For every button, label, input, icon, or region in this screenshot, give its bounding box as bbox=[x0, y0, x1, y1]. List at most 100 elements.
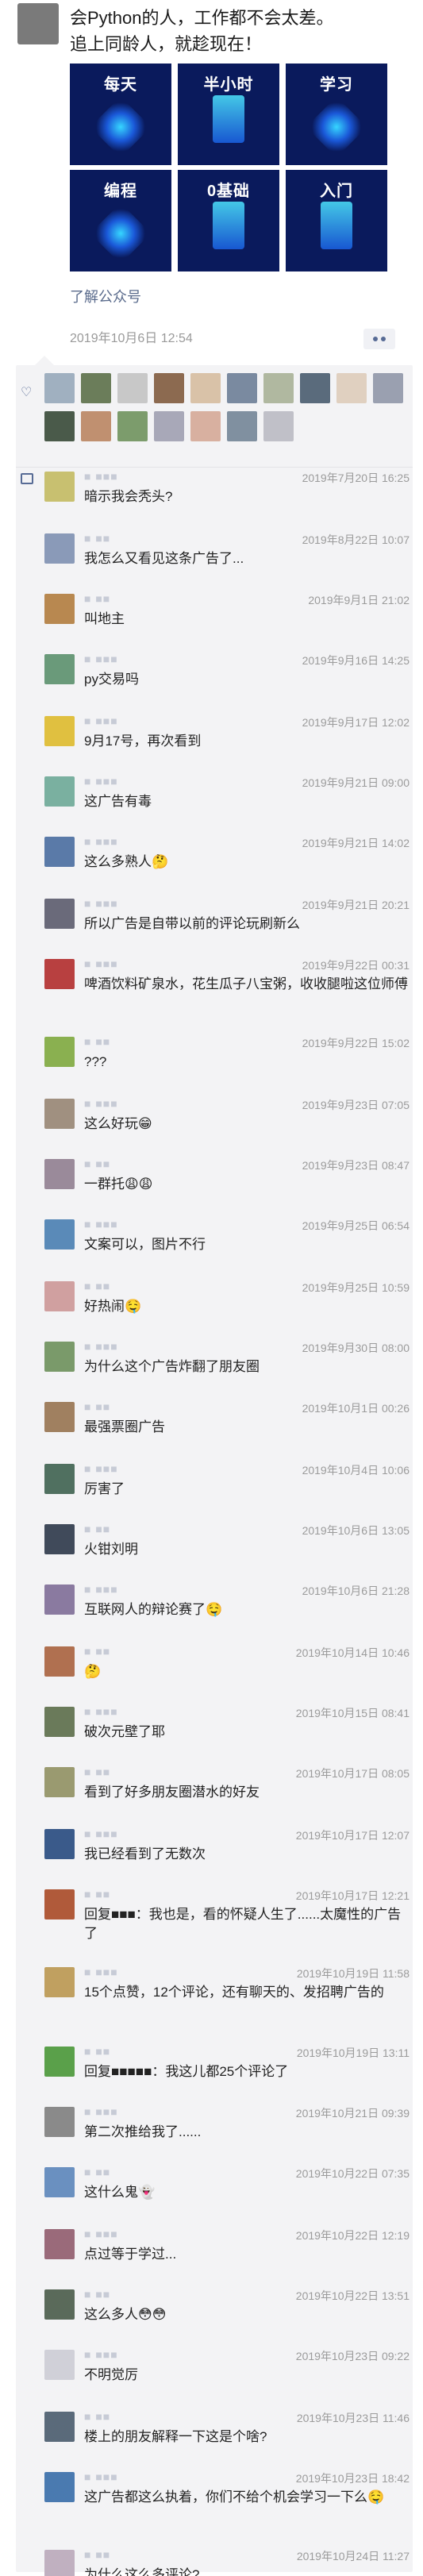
commenter-avatar[interactable] bbox=[44, 1099, 75, 1129]
commenter-avatar[interactable] bbox=[44, 1646, 75, 1677]
commenter-avatar[interactable] bbox=[44, 1967, 75, 1997]
commenter-avatar[interactable] bbox=[44, 2167, 75, 2197]
commenter-name[interactable]: ■ ■■■ bbox=[84, 1583, 118, 1596]
comment-item[interactable]: ■ ■■ 2019年10月1日 00:26 最强票圈广告 bbox=[44, 1400, 410, 1456]
commenter-avatar[interactable] bbox=[44, 1767, 75, 1797]
commenter-name[interactable]: ■ ■■■ bbox=[84, 1827, 118, 1840]
commenter-name[interactable]: ■ ■■■ bbox=[84, 653, 118, 665]
commenter-name[interactable]: ■ ■■■ bbox=[84, 714, 118, 727]
commenter-name[interactable]: ■ ■■■ bbox=[84, 2348, 118, 2361]
commenter-name[interactable]: ■ ■■ bbox=[84, 1035, 110, 1048]
like-avatar[interactable] bbox=[154, 373, 184, 403]
comment-item[interactable]: ■ ■■ 2019年10月17日 12:21 回复■■■：我也是，看的怀疑人生了..… bbox=[44, 1888, 410, 1961]
commenter-name[interactable]: ■ ■■ bbox=[84, 1400, 110, 1413]
like-avatar[interactable] bbox=[263, 373, 294, 403]
post-image-tile[interactable]: 入门 bbox=[286, 170, 387, 271]
comment-item[interactable]: ■ ■■■ 2019年9月16日 14:25 py交易吗 bbox=[44, 653, 410, 708]
comment-item[interactable]: ■ ■■■ 2019年9月17日 12:02 9月17号，再次看到 bbox=[44, 714, 410, 770]
commenter-avatar[interactable] bbox=[44, 2047, 75, 2077]
commenter-name[interactable]: ■ ■■■ bbox=[84, 1097, 118, 1110]
commenter-avatar[interactable] bbox=[44, 2550, 75, 2576]
like-avatar[interactable] bbox=[300, 373, 330, 403]
comment-item[interactable]: ■ ■■■ 2019年9月21日 14:02 这么多熟人🤔 bbox=[44, 835, 410, 891]
commenter-avatar[interactable] bbox=[44, 654, 75, 684]
commenter-avatar[interactable] bbox=[44, 837, 75, 867]
comment-item[interactable]: ■ ■■■ 2019年10月23日 18:42 这广告都这么执着，你们不给个机会学习… bbox=[44, 2470, 410, 2543]
like-avatar[interactable] bbox=[117, 373, 148, 403]
comment-item[interactable]: ■ ■■■ 2019年10月15日 08:41 破次元壁了耶 bbox=[44, 1705, 410, 1761]
comment-item[interactable]: ■ ■■■ 2019年10月6日 21:28 互联网人的辩论赛了🤤 bbox=[44, 1583, 410, 1638]
comment-item[interactable]: ■ ■■ 2019年8月22日 10:07 我怎么又看见这条广告了... bbox=[44, 532, 410, 587]
commenter-avatar[interactable] bbox=[44, 533, 75, 564]
commenter-name[interactable]: ■ ■■ bbox=[84, 2288, 110, 2301]
commenter-name[interactable]: ■ ■■■ bbox=[84, 1705, 118, 1718]
commenter-avatar[interactable] bbox=[44, 959, 75, 989]
commenter-avatar[interactable] bbox=[44, 1219, 75, 1249]
commenter-name[interactable]: ■ ■■■ bbox=[84, 2228, 118, 2240]
commenter-avatar[interactable] bbox=[44, 2350, 75, 2380]
like-avatar[interactable] bbox=[81, 373, 111, 403]
commenter-avatar[interactable] bbox=[44, 2412, 75, 2442]
commenter-name[interactable]: ■ ■■■ bbox=[84, 1340, 118, 1353]
comment-item[interactable]: ■ ■■ 2019年9月1日 21:02 叫地主 bbox=[44, 592, 410, 648]
post-image-tile[interactable]: 编程 bbox=[70, 170, 171, 271]
commenter-name[interactable]: ■ ■■■ bbox=[84, 2470, 118, 2483]
post-image-tile[interactable]: 0基础 bbox=[178, 170, 279, 271]
commenter-avatar[interactable] bbox=[44, 1402, 75, 1432]
commenter-avatar[interactable] bbox=[44, 1889, 75, 1919]
commenter-avatar[interactable] bbox=[44, 1464, 75, 1494]
author-avatar[interactable] bbox=[17, 3, 59, 44]
comment-item[interactable]: ■ ■■■ 2019年10月22日 12:19 点过等于学过... bbox=[44, 2228, 410, 2283]
like-avatar[interactable] bbox=[190, 411, 221, 441]
commenter-name[interactable]: ■ ■■ bbox=[84, 2166, 110, 2178]
commenter-avatar[interactable] bbox=[44, 2229, 75, 2259]
commenter-avatar[interactable] bbox=[44, 2107, 75, 2137]
commenter-avatar[interactable] bbox=[44, 472, 75, 502]
commenter-avatar[interactable] bbox=[44, 1524, 75, 1554]
comment-item[interactable]: ■ ■■ 2019年9月22日 15:02??? bbox=[44, 1035, 410, 1091]
learn-more-link[interactable]: 了解公众号 bbox=[70, 286, 141, 306]
commenter-avatar[interactable] bbox=[44, 594, 75, 624]
commenter-avatar[interactable] bbox=[44, 1037, 75, 1067]
like-avatar[interactable] bbox=[44, 411, 75, 441]
comment-item[interactable]: ■ ■■■ 2019年9月22日 00:31 啤酒饮料矿泉水，花生瓜子八宝粥，收收腿… bbox=[44, 957, 410, 1030]
comment-item[interactable]: ■ ■■■ 2019年9月30日 08:00 为什么这个广告炸翻了朋友圈 bbox=[44, 1340, 410, 1396]
commenter-avatar[interactable] bbox=[44, 899, 75, 929]
comment-item[interactable]: ■ ■■ 2019年10月6日 13:05 火钳刘明 bbox=[44, 1523, 410, 1578]
commenter-name[interactable]: ■ ■■ bbox=[84, 2410, 110, 2423]
commenter-name[interactable]: ■ ■■ bbox=[84, 1888, 110, 1900]
commenter-name[interactable]: ■ ■■ bbox=[84, 2045, 110, 2058]
commenter-name[interactable]: ■ ■■■ bbox=[84, 957, 118, 970]
comment-item[interactable]: ■ ■■■ 2019年9月23日 07:05 这么好玩😁 bbox=[44, 1097, 410, 1153]
commenter-avatar[interactable] bbox=[44, 776, 75, 807]
comment-item[interactable]: ■ ■■ 2019年9月23日 08:47 一群托😩😩 bbox=[44, 1157, 410, 1213]
like-avatar[interactable] bbox=[154, 411, 184, 441]
commenter-avatar[interactable] bbox=[44, 2289, 75, 2320]
commenter-avatar[interactable] bbox=[44, 1584, 75, 1615]
like-avatar[interactable] bbox=[190, 373, 221, 403]
commenter-avatar[interactable] bbox=[44, 1159, 75, 1189]
comment-item[interactable]: ■ ■■ 2019年10月24日 11:27 为什么这么多评论? bbox=[44, 2548, 410, 2576]
commenter-name[interactable]: ■ ■■ bbox=[84, 1523, 110, 1535]
commenter-name[interactable]: ■ ■■■ bbox=[84, 1462, 118, 1475]
commenter-avatar[interactable] bbox=[44, 1342, 75, 1372]
comment-item[interactable]: ■ ■■■ 2019年9月21日 09:00 这广告有毒 bbox=[44, 775, 410, 830]
commenter-name[interactable]: ■ ■■■ bbox=[84, 897, 118, 910]
commenter-name[interactable]: ■ ■■■ bbox=[84, 1218, 118, 1230]
commenter-name[interactable]: ■ ■■ bbox=[84, 1157, 110, 1170]
like-avatar[interactable] bbox=[336, 373, 367, 403]
commenter-name[interactable]: ■ ■■■ bbox=[84, 470, 118, 483]
commenter-avatar[interactable] bbox=[44, 1707, 75, 1737]
comment-item[interactable]: ■ ■■ 2019年10月19日 13:11 回复■■■■■：我这儿都25个评论了 bbox=[44, 2045, 410, 2100]
post-image-tile[interactable]: 每天 bbox=[70, 64, 171, 165]
comment-item[interactable]: ■ ■■■ 2019年10月21日 09:39 第二次推给我了...... bbox=[44, 2105, 410, 2161]
more-actions-button[interactable] bbox=[363, 329, 395, 349]
like-avatar[interactable] bbox=[373, 373, 403, 403]
comment-item[interactable]: ■ ■■ 2019年10月22日 13:51 这么多人😳😳 bbox=[44, 2288, 410, 2343]
comment-item[interactable]: ■ ■■■ 2019年7月20日 16:25 暗示我会秃头? bbox=[44, 470, 410, 526]
comment-item[interactable]: ■ ■■■ 2019年9月25日 06:54 文案可以，图片不行 bbox=[44, 1218, 410, 1273]
like-avatar[interactable] bbox=[263, 411, 294, 441]
comment-item[interactable]: ■ ■■■ 2019年9月21日 20:21 所以广告是自带以前的评论玩刷新么 bbox=[44, 897, 410, 953]
commenter-name[interactable]: ■ ■■ bbox=[84, 592, 110, 605]
commenter-avatar[interactable] bbox=[44, 1829, 75, 1859]
